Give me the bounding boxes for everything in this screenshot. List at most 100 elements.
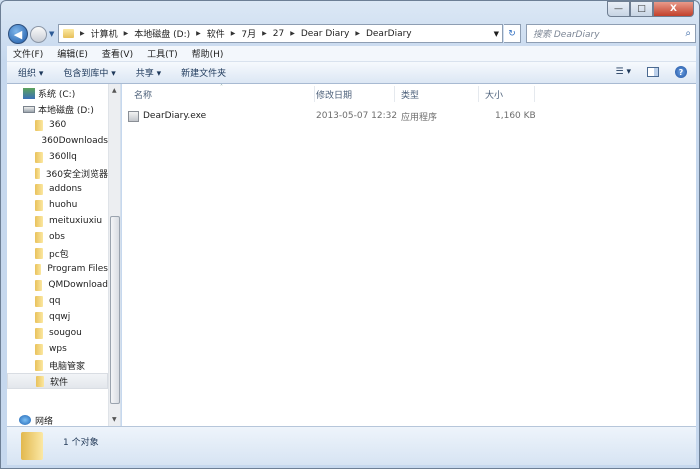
tree-item-label: huohu xyxy=(49,200,78,210)
breadcrumb-computer[interactable]: 计算机 xyxy=(91,27,118,40)
tree-item-label: wps xyxy=(49,344,67,354)
column-header-modified[interactable]: 修改日期 xyxy=(310,86,395,102)
tree-item-label: 360llq xyxy=(49,152,77,162)
tree-item-folder[interactable]: 360 xyxy=(7,117,108,133)
refresh-button[interactable]: ↻ xyxy=(504,24,521,43)
breadcrumb-separator-icon[interactable]: ▶ xyxy=(196,30,201,37)
new-folder-button[interactable]: 新建文件夹 xyxy=(181,66,226,79)
column-label: 大小 xyxy=(485,90,504,101)
tree-item-folder[interactable]: 软件 xyxy=(7,373,108,389)
tree-item-folder[interactable]: 360llq xyxy=(7,149,108,165)
tree-item-folder[interactable]: 电脑管家 xyxy=(7,357,108,373)
close-button[interactable]: X xyxy=(653,1,694,17)
menu-tools[interactable]: 工具(T) xyxy=(147,47,178,60)
breadcrumb-deardiary[interactable]: DearDiary xyxy=(366,29,412,39)
tree-item-folder[interactable]: huohu xyxy=(7,197,108,213)
include-in-library-button[interactable]: 包含到库中 ▾ xyxy=(63,66,115,79)
scroll-up-icon[interactable]: ▲ xyxy=(112,87,117,94)
tree-item-label: qqwj xyxy=(49,312,71,322)
scroll-down-icon[interactable]: ▼ xyxy=(112,416,117,423)
search-input[interactable]: 搜索 DearDiary ⌕ xyxy=(526,24,696,43)
sort-indicator-icon: ˄ xyxy=(220,84,223,91)
tree-item-label: 360 xyxy=(49,120,67,130)
tree-item-folder[interactable]: pc包 xyxy=(7,245,108,261)
breadcrumb-separator-icon[interactable]: ▶ xyxy=(124,30,129,37)
column-header-type[interactable]: 类型 xyxy=(395,86,479,102)
file-row[interactable]: DearDiary.exe 2013-05-07 12:32 应用程序 1,16… xyxy=(128,108,538,124)
breadcrumb-separator-icon[interactable]: ▶ xyxy=(80,30,85,37)
explorer-window: — □ X ◀ ▼ ▶ 计算机 ▶ 本地磁盘 (D:) ▶ 软件 ▶ 7月 ▶ 27 ▶ … xyxy=(0,0,700,469)
tree-item-label: meituxiuxiu xyxy=(49,216,103,226)
folder-icon xyxy=(35,263,42,275)
menu-bar: 文件(F) 编辑(E) 查看(V) 工具(T) 帮助(H) xyxy=(7,46,696,62)
change-view-button[interactable]: ☰ ▾ xyxy=(616,67,631,77)
menu-help[interactable]: 帮助(H) xyxy=(192,47,224,60)
address-dropdown-icon[interactable]: ▼ xyxy=(494,30,499,38)
column-label: 修改日期 xyxy=(316,90,353,101)
column-label: 类型 xyxy=(401,90,420,101)
tree-item-label: qq xyxy=(49,296,61,306)
folder-icon xyxy=(35,295,43,307)
scrollbar-thumb[interactable] xyxy=(110,216,120,404)
breadcrumb-27[interactable]: 27 xyxy=(273,29,284,39)
breadcrumb-separator-icon[interactable]: ▶ xyxy=(290,30,295,37)
folder-icon xyxy=(35,199,43,211)
folder-icon xyxy=(21,432,43,460)
search-icon[interactable]: ⌕ xyxy=(685,28,691,39)
system-drive-icon xyxy=(23,87,35,99)
tree-item-drive-c[interactable]: 系统 (C:) xyxy=(23,85,120,101)
tree-item-folder[interactable]: addons xyxy=(7,181,108,197)
folder-icon xyxy=(35,343,43,355)
share-button[interactable]: 共享 ▾ xyxy=(136,66,161,79)
tree-item-label: 软件 xyxy=(50,377,69,388)
column-header-size[interactable]: 大小 xyxy=(479,86,535,102)
folder-icon xyxy=(35,215,43,227)
navigation-scrollbar[interactable]: ▲ ▼ xyxy=(108,84,120,426)
tree-item-folder[interactable]: meituxiuxiu xyxy=(7,213,108,229)
breadcrumb-drive-d[interactable]: 本地磁盘 (D:) xyxy=(134,27,190,40)
menu-view[interactable]: 查看(V) xyxy=(102,47,133,60)
tree-item-folder[interactable]: 360Downloads xyxy=(7,133,108,149)
help-icon[interactable]: ? xyxy=(675,66,687,78)
minimize-button[interactable]: — xyxy=(607,1,630,17)
file-modified: 2013-05-07 12:32 xyxy=(316,111,398,121)
breadcrumb-separator-icon[interactable]: ▶ xyxy=(355,30,360,37)
tree-item-folder[interactable]: sougou xyxy=(7,325,108,341)
folder-icon xyxy=(35,359,43,371)
column-header-name[interactable]: 名称 ˄ xyxy=(128,84,315,102)
breadcrumb-separator-icon[interactable]: ▶ xyxy=(231,30,236,37)
folder-icon xyxy=(35,327,43,339)
menu-file[interactable]: 文件(F) xyxy=(13,47,43,60)
tree-item-label: Program Files xyxy=(47,264,108,274)
tree-item-folder[interactable]: Program Files xyxy=(7,261,108,277)
menu-edit[interactable]: 编辑(E) xyxy=(57,47,88,60)
tree-item-folder[interactable]: obs xyxy=(7,229,108,245)
tree-item-label: obs xyxy=(49,232,65,242)
maximize-button[interactable]: □ xyxy=(630,1,653,17)
tree-item-folder[interactable]: QMDownload xyxy=(7,277,108,293)
tree-item-network[interactable]: 网络 xyxy=(19,412,120,426)
preview-pane-icon[interactable] xyxy=(647,67,659,77)
forward-button[interactable] xyxy=(30,25,47,43)
breadcrumb-dear-diary[interactable]: Dear Diary xyxy=(301,29,350,39)
window-controls: — □ X xyxy=(607,1,694,17)
folder-icon xyxy=(35,151,43,163)
recent-pages-dropdown[interactable]: ▼ xyxy=(49,30,54,38)
column-label: 名称 xyxy=(134,90,153,101)
breadcrumb-july[interactable]: 7月 xyxy=(241,27,256,40)
tree-item-folder[interactable]: qqwj xyxy=(7,309,108,325)
file-list: 名称 ˄ 修改日期 类型 大小 DearDiary.exe 2013-05-07 … xyxy=(122,84,696,426)
tree-item-folder[interactable]: 360安全浏览器 xyxy=(7,165,108,181)
back-button[interactable]: ◀ xyxy=(8,24,28,44)
tree-item-folder[interactable]: wps xyxy=(7,341,108,357)
tree-item-folder[interactable]: qq xyxy=(7,293,108,309)
folder-icon xyxy=(35,247,43,259)
organize-button[interactable]: 组织 ▾ xyxy=(18,66,43,79)
tree-item-drive-d[interactable]: 本地磁盘 (D:) xyxy=(23,101,120,117)
search-placeholder: 搜索 DearDiary xyxy=(533,30,600,40)
breadcrumb-separator-icon[interactable]: ▶ xyxy=(262,30,267,37)
breadcrumb-software[interactable]: 软件 xyxy=(207,27,225,40)
address-bar[interactable]: ▶ 计算机 ▶ 本地磁盘 (D:) ▶ 软件 ▶ 7月 ▶ 27 ▶ Dear Diary… xyxy=(58,24,503,43)
tree-item-label: 系统 (C:) xyxy=(38,89,76,100)
tree-item-label: QMDownload xyxy=(48,280,108,290)
